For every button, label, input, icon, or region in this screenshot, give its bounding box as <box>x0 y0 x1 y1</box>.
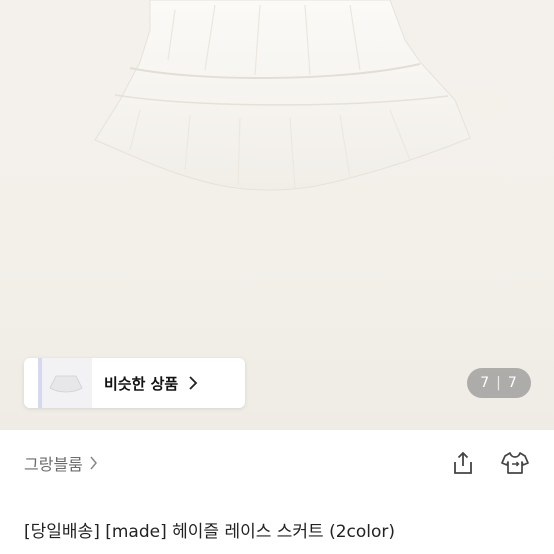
image-counter: 7 | 7 <box>467 368 531 398</box>
store-name-link[interactable]: 그랑블룸 <box>24 451 83 475</box>
similar-products-label: 비슷한 상품 <box>104 374 179 393</box>
image-counter-separator: | <box>496 375 502 391</box>
product-title: [당일배송] [made] 헤이즐 레이스 스커트 (2color) <box>24 522 396 542</box>
chevron-right-icon <box>188 376 198 390</box>
similar-product-thumbnail <box>38 358 92 408</box>
shirt-icon <box>501 452 529 474</box>
share-icon <box>454 451 472 474</box>
image-counter-total: 7 <box>507 375 518 391</box>
similar-products-button[interactable]: 비슷한 상품 <box>24 358 245 408</box>
chevron-right-icon[interactable] <box>89 456 98 470</box>
share-button[interactable] <box>448 448 478 478</box>
product-actions <box>448 448 530 478</box>
store-row: 그랑블룸 <box>24 448 530 478</box>
image-counter-current: 7 <box>480 375 491 391</box>
similar-style-button[interactable] <box>500 448 530 478</box>
product-image-gallery[interactable]: 비슷한 상품 7 | 7 <box>0 0 554 430</box>
